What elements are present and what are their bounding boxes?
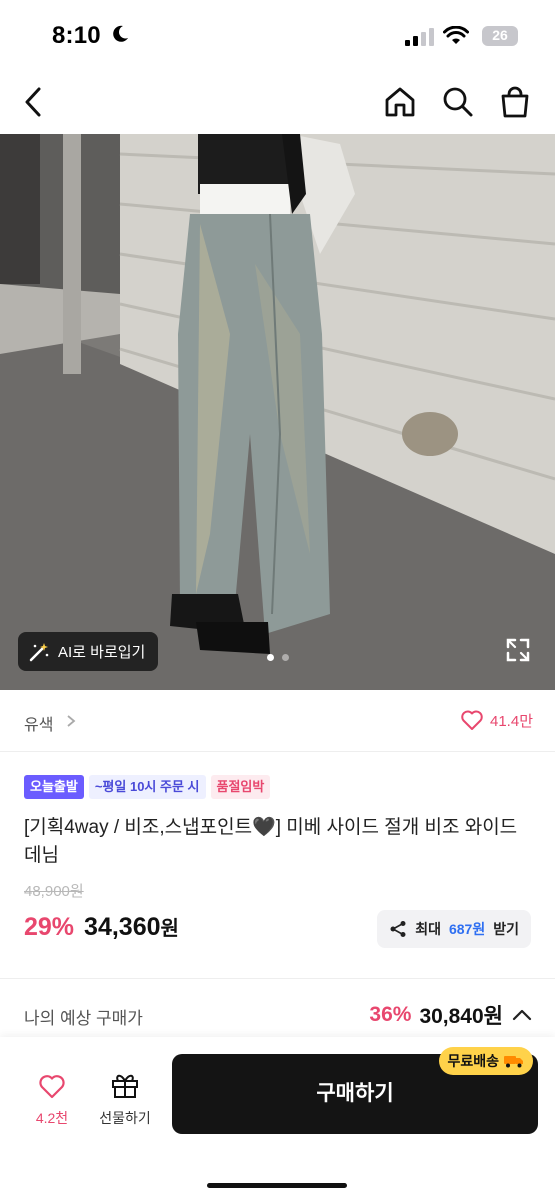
sale-price: 34,360원 — [84, 912, 179, 942]
status-bar: 8:10 26 — [0, 0, 555, 72]
battery-indicator: 26 — [482, 26, 518, 46]
product-title: [기획4way / 비조,스냅포인트🖤] 미베 사이드 절개 비조 와이드 데님 — [24, 817, 518, 866]
gift-icon — [112, 1074, 138, 1098]
moon-icon — [113, 25, 128, 42]
almost-sold-out-badge: 품절임박 — [210, 775, 271, 799]
section-divider — [0, 978, 555, 979]
product-image-carousel[interactable]: AI로 바로입기 — [0, 134, 555, 690]
color-option-label: 유색 — [24, 717, 54, 734]
same-day-shipping-badge: 오늘출발 — [24, 775, 84, 799]
ai-try-on-button[interactable]: AI로 바로입기 — [18, 632, 159, 671]
share-icon — [390, 921, 406, 937]
wishlist-button[interactable]: 4.2천 — [28, 1073, 76, 1128]
product-badges: 오늘출발 ~평일 10시 주문 시 품절임박 — [24, 775, 271, 799]
free-shipping-tag: 무료배송 — [439, 1047, 533, 1075]
discount-rate: 29% — [24, 913, 75, 941]
truck-icon — [504, 1056, 523, 1068]
gift-label: 선물하기 — [99, 1110, 151, 1126]
estimated-price-row[interactable]: 나의 예상 구매가 36% 30,840원 — [24, 998, 533, 1034]
carousel-dot[interactable] — [266, 654, 274, 661]
bottom-action-bar: 4.2천 선물하기 구매하기 무료배송 — [0, 1037, 555, 1200]
price-unit: 원 — [160, 918, 179, 940]
home-indicator — [207, 1183, 347, 1188]
wifi-icon — [443, 26, 469, 44]
coupon-amount: 687원 — [448, 921, 486, 937]
heart-outline-icon — [461, 710, 483, 730]
like-count: 41.4만 — [490, 712, 533, 730]
carousel-indicator — [0, 654, 555, 661]
wishlist-count: 4.2천 — [35, 1110, 69, 1126]
fullscreen-expand-icon[interactable] — [505, 637, 531, 663]
free-shipping-label: 무료배송 — [447, 1053, 499, 1069]
gift-button[interactable]: 선물하기 — [92, 1071, 158, 1128]
sale-price-value: 34,360 — [84, 913, 161, 941]
status-time: 8:10 — [52, 22, 101, 49]
top-navigation — [0, 72, 555, 134]
coupon-suffix: 받기 — [493, 921, 519, 937]
order-cutoff-badge: ~평일 10시 주문 시 — [88, 775, 206, 799]
search-icon[interactable] — [440, 84, 476, 120]
coupon-download-button[interactable]: 최대 687원 받기 — [377, 910, 531, 948]
estimated-discount: 36% — [369, 1003, 412, 1026]
heart-outline-icon — [39, 1075, 65, 1099]
chevron-left-icon[interactable] — [16, 84, 52, 120]
battery-level: 26 — [492, 27, 508, 43]
product-like-button[interactable]: 41.4만 — [460, 709, 533, 731]
carousel-dot[interactable] — [281, 654, 289, 661]
color-option-row[interactable]: 유색 41.4만 — [0, 690, 555, 752]
shopping-bag-icon[interactable] — [497, 84, 533, 120]
product-photo — [0, 134, 555, 690]
cellular-signal-icon — [405, 28, 434, 46]
estimated-price: 30,840원 — [419, 1005, 503, 1028]
chevron-up-icon[interactable] — [511, 1008, 533, 1022]
price-row: 29% 34,360원 — [24, 912, 179, 942]
chevron-right-icon — [67, 715, 76, 727]
estimated-price-label: 나의 예상 구매가 — [24, 1009, 143, 1028]
coupon-prefix: 최대 — [415, 921, 441, 937]
home-icon[interactable] — [382, 84, 418, 120]
original-price: 48,900원 — [24, 883, 84, 900]
estimated-price-value: 36% 30,840원 — [369, 1000, 533, 1030]
